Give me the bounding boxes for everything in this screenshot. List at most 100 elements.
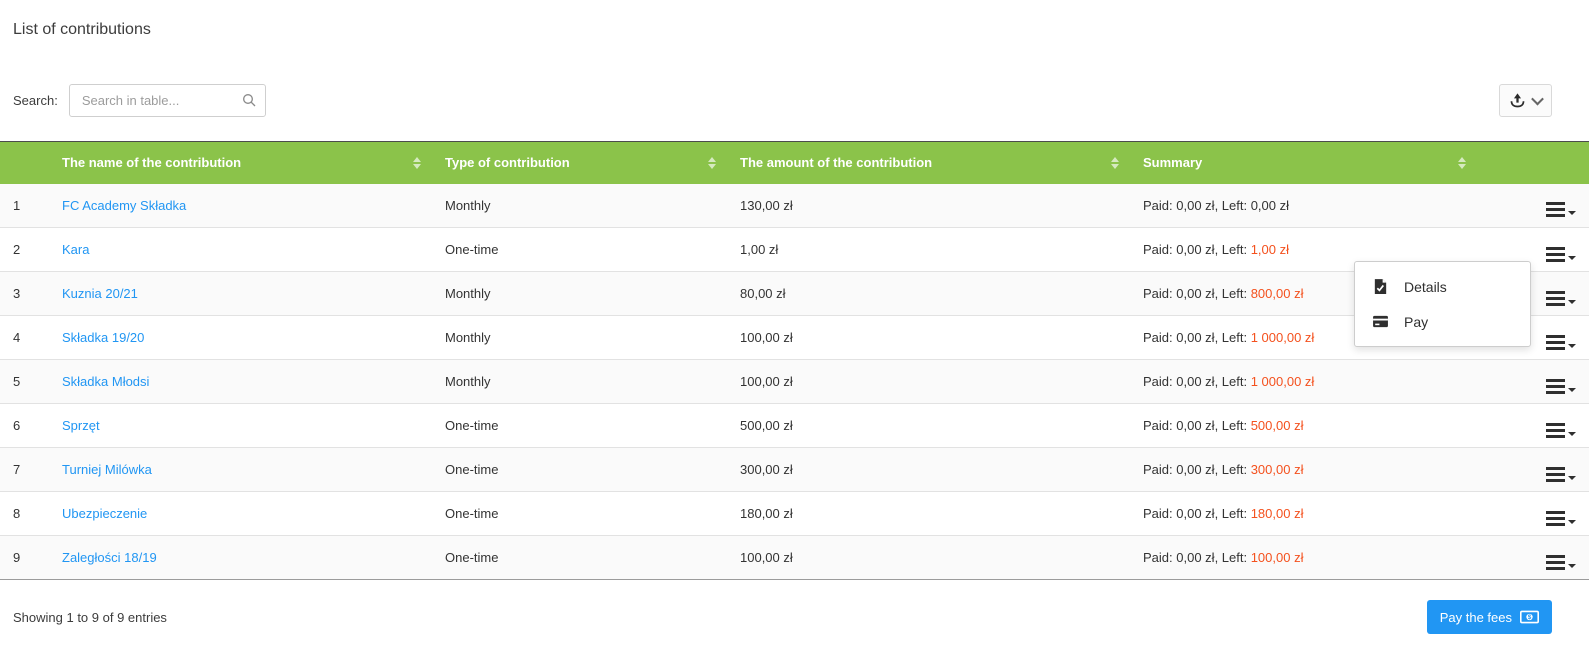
summary-left-label: , Left:	[1214, 286, 1251, 301]
table-row: 2 Kara One-time 1,00 zł Paid: 0,00 zł, L…	[0, 227, 1589, 272]
row-actions-button[interactable]	[1546, 334, 1576, 350]
toolbar: Search:	[13, 84, 1552, 117]
paid-value: 0,00 zł	[1176, 286, 1215, 301]
row-actions-button[interactable]	[1546, 554, 1576, 570]
contribution-amount: 500,00 zł	[728, 403, 1131, 448]
contribution-summary: Paid: 0,00 zł, Left: 180,00 zł	[1131, 491, 1478, 536]
left-value: 180,00 zł	[1250, 506, 1304, 521]
row-actions-button[interactable]	[1546, 510, 1576, 526]
summary-left-label: , Left:	[1214, 462, 1251, 477]
header-summary[interactable]: Summary	[1131, 141, 1478, 184]
contributions-table: The name of the contribution Type of con…	[0, 141, 1589, 580]
left-value: 1 000,00 zł	[1250, 330, 1315, 345]
contribution-name-link[interactable]: Kuznia 20/21	[62, 286, 138, 301]
row-actions-button[interactable]	[1546, 290, 1576, 306]
sort-icon	[413, 156, 421, 169]
caret-down-icon	[1568, 563, 1576, 568]
header-type[interactable]: Type of contribution	[433, 141, 728, 184]
contribution-type: One-time	[433, 491, 728, 536]
summary-paid-label: Paid:	[1143, 418, 1177, 433]
credit-card-icon	[1373, 315, 1388, 328]
table-row: 3 Kuznia 20/21 Monthly 80,00 zł Paid: 0,…	[0, 271, 1589, 316]
paid-value: 0,00 zł	[1176, 242, 1215, 257]
caret-down-icon	[1568, 475, 1576, 480]
caret-down-icon	[1568, 211, 1576, 216]
summary-left-label: , Left:	[1214, 418, 1251, 433]
sort-icon	[708, 156, 716, 169]
paid-value: 0,00 zł	[1176, 330, 1215, 345]
row-index: 3	[0, 271, 50, 316]
contribution-summary: Paid: 0,00 zł, Left: 0,00 zł	[1131, 183, 1478, 228]
left-value: 500,00 zł	[1250, 418, 1304, 433]
table-row: 8 Ubezpieczenie One-time 180,00 zł Paid:…	[0, 491, 1589, 536]
hamburger-icon	[1546, 422, 1565, 438]
hamburger-icon	[1546, 246, 1565, 262]
table-row: 4 Składka 19/20 Monthly 100,00 zł Paid: …	[0, 315, 1589, 360]
contribution-amount: 300,00 zł	[728, 447, 1131, 492]
contribution-type: Monthly	[433, 315, 728, 360]
paid-value: 0,00 zł	[1176, 418, 1215, 433]
hamburger-icon	[1546, 510, 1565, 526]
table-row: 1 FC Academy Składka Monthly 130,00 zł P…	[0, 183, 1589, 228]
table-row: 5 Składka Młodsi Monthly 100,00 zł Paid:…	[0, 359, 1589, 404]
left-value: 0,00 zł	[1250, 197, 1290, 213]
row-index: 6	[0, 403, 50, 448]
caret-down-icon	[1568, 343, 1576, 348]
summary-left-label: , Left:	[1214, 374, 1251, 389]
summary-left-label: , Left:	[1214, 330, 1251, 345]
row-actions-menu: Details Pay	[1354, 261, 1531, 347]
caret-down-icon	[1568, 255, 1576, 260]
row-actions-button[interactable]	[1546, 378, 1576, 394]
summary-paid-label: Paid:	[1143, 242, 1177, 257]
contribution-name-link[interactable]: Turniej Milówka	[62, 462, 152, 477]
summary-paid-label: Paid:	[1143, 374, 1177, 389]
export-button[interactable]	[1499, 84, 1552, 117]
contribution-amount: 1,00 zł	[728, 227, 1131, 272]
contribution-amount: 80,00 zł	[728, 271, 1131, 316]
search-label: Search:	[13, 93, 58, 108]
entries-info: Showing 1 to 9 of 9 entries	[13, 609, 167, 625]
header-index	[0, 141, 50, 184]
contribution-amount: 180,00 zł	[728, 491, 1131, 536]
hamburger-icon	[1546, 466, 1565, 482]
contribution-name-link[interactable]: Sprzęt	[62, 418, 100, 433]
contribution-type: One-time	[433, 535, 728, 580]
row-actions-button[interactable]	[1546, 466, 1576, 482]
contribution-name-link[interactable]: Składka 19/20	[62, 330, 144, 345]
contribution-name-link[interactable]: Kara	[62, 242, 89, 257]
search-input[interactable]	[68, 84, 266, 117]
hamburger-icon	[1546, 202, 1565, 218]
header-amount[interactable]: The amount of the contribution	[728, 141, 1131, 184]
row-actions-button[interactable]	[1546, 202, 1576, 218]
summary-left-label: , Left:	[1214, 197, 1251, 213]
left-value: 100,00 zł	[1250, 550, 1304, 565]
summary-left-label: , Left:	[1214, 506, 1251, 521]
menu-item-pay[interactable]: Pay	[1355, 304, 1530, 339]
hamburger-icon	[1546, 554, 1565, 570]
contribution-name-link[interactable]: Składka Młodsi	[62, 374, 149, 389]
row-index: 4	[0, 315, 50, 360]
pay-the-fees-button[interactable]: Pay the fees $	[1426, 600, 1552, 634]
menu-item-details[interactable]: Details	[1355, 269, 1530, 304]
caret-down-icon	[1568, 519, 1576, 524]
contribution-name-link[interactable]: FC Academy Składka	[62, 198, 186, 213]
pay-button-label: Pay the fees	[1439, 609, 1512, 625]
contribution-summary: Paid: 0,00 zł, Left: 1 000,00 zł	[1131, 359, 1478, 404]
header-name[interactable]: The name of the contribution	[50, 141, 433, 184]
table-row: 9 Zaległości 18/19 One-time 100,00 zł Pa…	[0, 535, 1589, 580]
table-body: 1 FC Academy Składka Monthly 130,00 zł P…	[0, 183, 1589, 580]
row-index: 1	[0, 183, 50, 228]
hamburger-icon	[1546, 378, 1565, 394]
contribution-summary: Paid: 0,00 zł, Left: 500,00 zł	[1131, 403, 1478, 448]
row-actions-button[interactable]	[1546, 246, 1576, 262]
row-actions-button[interactable]	[1546, 422, 1576, 438]
contribution-name-link[interactable]: Zaległości 18/19	[62, 550, 157, 565]
hamburger-icon	[1546, 290, 1565, 306]
caret-down-icon	[1568, 299, 1576, 304]
header-actions	[1478, 141, 1589, 184]
contribution-name-link[interactable]: Ubezpieczenie	[62, 506, 147, 521]
sort-icon	[1458, 156, 1466, 169]
export-icon	[1510, 93, 1525, 108]
menu-item-label: Pay	[1404, 313, 1429, 330]
contributions-page: List of contributions Search: Search in …	[0, 0, 1589, 663]
